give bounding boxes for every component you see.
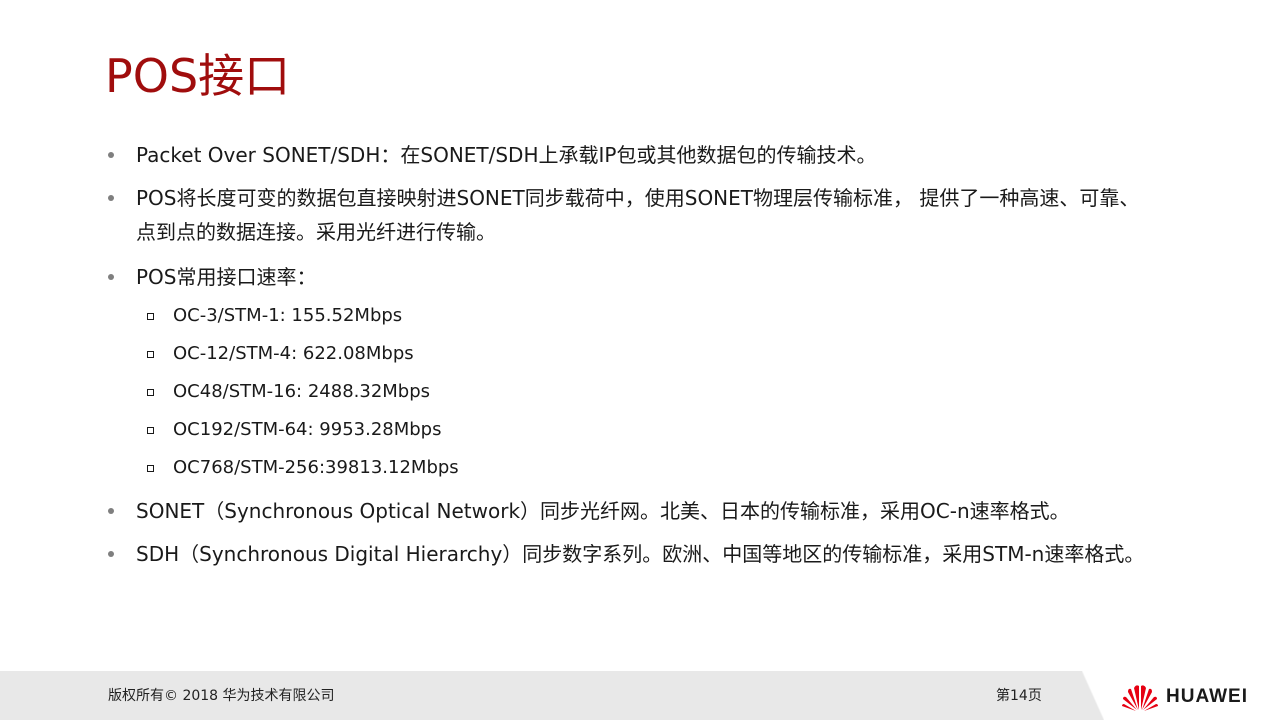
round-bullet-icon	[108, 152, 114, 158]
bullet-item: SONET（Synchronous Optical Network）同步光纤网。…	[108, 494, 1226, 528]
bullet-text: Packet Over SONET/SDH：在SONET/SDH上承载IP包或其…	[136, 143, 877, 167]
rate-text: OC-12/STM-4: 622.08Mbps	[173, 343, 414, 364]
bullet-item: SDH（Synchronous Digital Hierarchy）同步数字系列…	[108, 537, 1226, 571]
huawei-flower-logo-icon	[1122, 685, 1158, 711]
rate-item: OC48/STM-16: 2488.32Mbps	[147, 378, 431, 406]
bullet-item: Packet Over SONET/SDH：在SONET/SDH上承载IP包或其…	[108, 138, 1226, 172]
logo-text: HUAWEI	[1166, 686, 1248, 707]
bullet-item: POS常用接口速率：	[108, 260, 1226, 294]
copyright-text: 版权所有© 2018 华为技术有限公司	[108, 688, 335, 704]
rate-item: OC-3/STM-1: 155.52Mbps	[147, 302, 403, 330]
rate-item: OC768/STM-256:39813.12Mbps	[147, 454, 459, 482]
slide-title: POS接口	[105, 49, 291, 103]
bullet-item: POS将长度可变的数据包直接映射进SONET同步载荷中，使用SONET物理层传输…	[108, 181, 1226, 249]
square-bullet-icon	[147, 465, 154, 472]
page-number: 第14页	[996, 688, 1042, 704]
square-bullet-icon	[147, 313, 154, 320]
rate-text: OC48/STM-16: 2488.32Mbps	[173, 381, 431, 402]
square-bullet-icon	[147, 351, 154, 358]
square-bullet-icon	[147, 427, 154, 434]
rate-item: OC192/STM-64: 9953.28Mbps	[147, 416, 442, 444]
round-bullet-icon	[108, 274, 114, 280]
bullet-text: SONET（Synchronous Optical Network）同步光纤网。…	[136, 499, 1070, 523]
slide: POS接口 Packet Over SONET/SDH：在SONET/SDH上承…	[0, 0, 1280, 720]
bullet-text: POS常用接口速率：	[136, 265, 317, 289]
rate-text: OC-3/STM-1: 155.52Mbps	[173, 305, 403, 326]
bullet-text: POS将长度可变的数据包直接映射进SONET同步载荷中，使用SONET物理层传输…	[136, 186, 1140, 210]
round-bullet-icon	[108, 551, 114, 557]
round-bullet-icon	[108, 508, 114, 514]
round-bullet-icon	[108, 195, 114, 201]
rate-item: OC-12/STM-4: 622.08Mbps	[147, 340, 414, 368]
bullet-text: SDH（Synchronous Digital Hierarchy）同步数字系列…	[136, 542, 1145, 566]
huawei-logo: HUAWEI	[1120, 682, 1248, 712]
square-bullet-icon	[147, 389, 154, 396]
bullet-text: 点到点的数据连接。采用光纤进行传输。	[136, 220, 496, 244]
rate-text: OC192/STM-64: 9953.28Mbps	[173, 419, 442, 440]
footer-divider	[1082, 671, 1104, 720]
rate-text: OC768/STM-256:39813.12Mbps	[173, 457, 459, 478]
